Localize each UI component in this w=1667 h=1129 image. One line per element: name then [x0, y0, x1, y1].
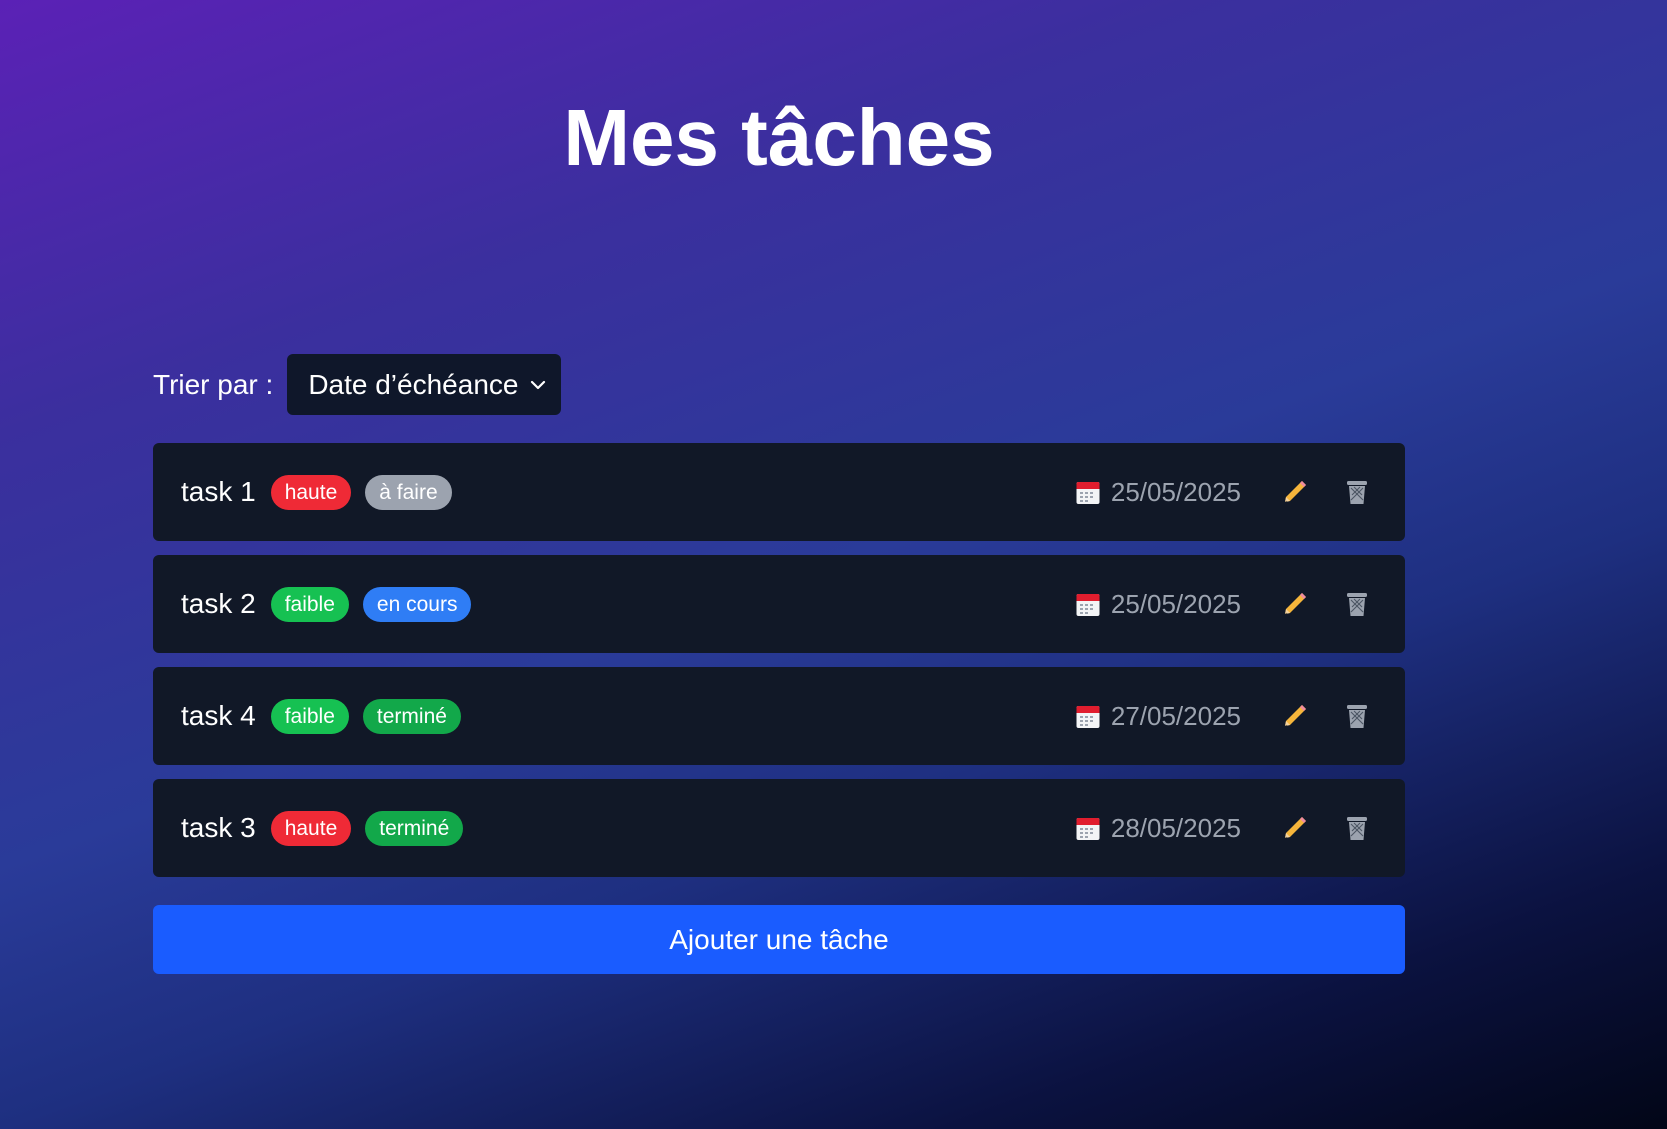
- task-name: task 2: [181, 588, 256, 619]
- trash-icon[interactable]: [1337, 472, 1377, 512]
- calendar-icon: [1076, 592, 1100, 617]
- trash-icon[interactable]: [1337, 808, 1377, 848]
- priority-badge: faible: [270, 698, 349, 734]
- trash-icon[interactable]: [1337, 696, 1377, 736]
- status-badge: en cours: [362, 586, 472, 622]
- status-badge: à faire: [365, 474, 452, 510]
- task-due-date: 25/05/2025: [1076, 589, 1241, 620]
- pencil-icon[interactable]: [1275, 472, 1315, 512]
- priority-badge: faible: [270, 586, 349, 622]
- task-list: task 1 haute à faire 25/05/2025 task 2 f…: [153, 443, 1405, 891]
- add-task-button[interactable]: Ajouter une tâche: [153, 905, 1405, 974]
- calendar-icon: [1076, 816, 1100, 841]
- pencil-icon[interactable]: [1275, 584, 1315, 624]
- task-card: task 2 faible en cours 25/05/2025: [153, 555, 1405, 653]
- task-name: task 3: [181, 812, 256, 843]
- priority-badge: haute: [270, 810, 352, 846]
- date-text: 25/05/2025: [1110, 476, 1241, 507]
- task-card: task 4 faible terminé 27/05/2025: [153, 667, 1405, 765]
- chevron-down-icon: [529, 376, 547, 394]
- date-text: 28/05/2025: [1110, 812, 1241, 843]
- date-text: 27/05/2025: [1110, 700, 1241, 731]
- sort-label: Trier par :: [153, 368, 274, 400]
- status-badge: terminé: [365, 810, 464, 846]
- date-text: 25/05/2025: [1110, 588, 1241, 619]
- task-due-date: 25/05/2025: [1076, 477, 1241, 508]
- sort-select[interactable]: Date d’échéance: [287, 354, 562, 415]
- task-card: task 1 haute à faire 25/05/2025: [153, 443, 1405, 541]
- task-name: task 1: [181, 476, 256, 507]
- task-due-date: 28/05/2025: [1076, 813, 1241, 844]
- page-title: Mes tâches: [563, 93, 995, 182]
- sort-bar: Trier par : Date d’échéance: [153, 354, 562, 415]
- pencil-icon[interactable]: [1275, 696, 1315, 736]
- task-card: task 3 haute terminé 28/05/2025: [153, 779, 1405, 877]
- task-due-date: 27/05/2025: [1076, 701, 1241, 732]
- calendar-icon: [1076, 480, 1100, 505]
- sort-select-value: Date d’échéance: [308, 368, 519, 400]
- trash-icon[interactable]: [1337, 584, 1377, 624]
- priority-badge: haute: [270, 474, 352, 510]
- status-badge: terminé: [362, 698, 461, 734]
- calendar-icon: [1076, 704, 1100, 729]
- pencil-icon[interactable]: [1275, 808, 1315, 848]
- task-name: task 4: [181, 700, 256, 731]
